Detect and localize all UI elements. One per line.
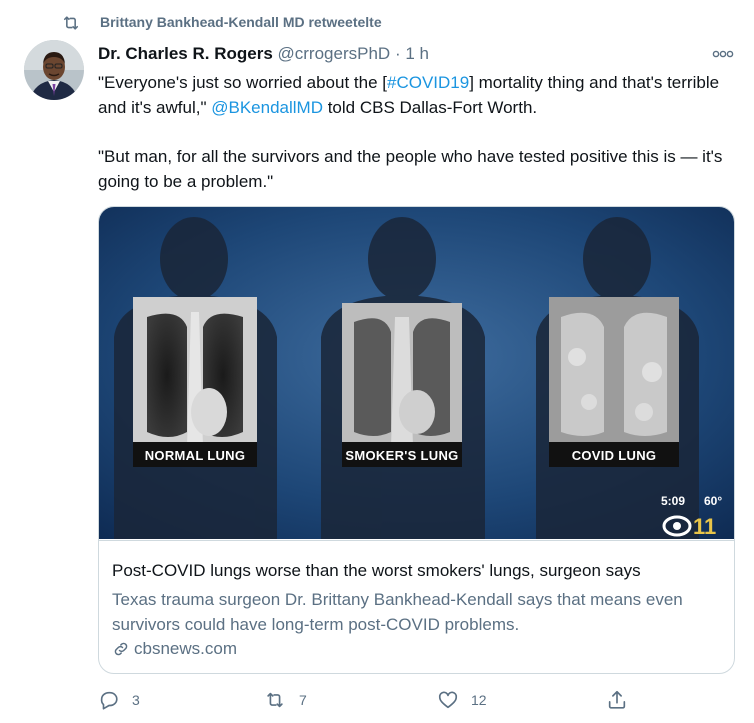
reply-icon: [100, 691, 118, 710]
tweet-time[interactable]: 1 h: [405, 44, 429, 63]
more-options-icon[interactable]: [710, 44, 736, 64]
card-text-area: Post-COVID lungs worse than the worst sm…: [99, 540, 734, 658]
card-title: Post-COVID lungs worse than the worst sm…: [112, 561, 641, 580]
svg-text:11: 11: [693, 514, 716, 539]
card-domain: cbsnews.com: [112, 639, 237, 659]
avatar-image: [24, 40, 84, 100]
normal-lung-xray: [133, 297, 257, 467]
retweet-count: 7: [299, 692, 307, 708]
tweet-header: Dr. Charles R. Rogers @crrogersPhD · 1 h: [98, 44, 429, 64]
smokers-lung-xray: [342, 303, 462, 467]
tweet-paragraph-1: "Everyone's just so worried about the [#…: [98, 70, 743, 120]
share-button[interactable]: [606, 685, 628, 715]
like-button[interactable]: 12: [437, 685, 487, 715]
reply-count: 3: [132, 692, 140, 708]
reply-button[interactable]: 3: [98, 685, 140, 715]
retweet-icon: [63, 16, 79, 30]
overlay-temp: 60°: [704, 494, 722, 508]
hashtag-link[interactable]: #COVID19: [387, 73, 469, 92]
link-icon: [114, 642, 128, 656]
tweet-text-part: "Everyone's just so worried about the [: [98, 73, 387, 92]
overlay-time: 5:09: [661, 494, 685, 508]
card-domain-text: cbsnews.com: [134, 639, 237, 658]
retweet-button[interactable]: 7: [263, 685, 307, 715]
author-name[interactable]: Dr. Charles R. Rogers: [98, 44, 273, 63]
retweet-by-label[interactable]: Brittany Bankhead-Kendall MD retweetelte: [100, 14, 382, 30]
like-count: 12: [471, 692, 487, 708]
tweet-text-part: told CBS Dallas-Fort Worth.: [322, 98, 538, 117]
image-label-normal: NORMAL LUNG: [145, 448, 246, 463]
mention-link[interactable]: @BKendallMD: [211, 98, 323, 117]
image-label-covid: COVID LUNG: [572, 448, 657, 463]
heart-icon: [438, 691, 458, 709]
author-handle[interactable]: @crrogersPhD: [278, 44, 391, 63]
avatar[interactable]: [24, 40, 84, 100]
tweet-paragraph-2: "But man, for all the survivors and the …: [98, 147, 723, 191]
covid-lung-xray: [549, 297, 679, 467]
link-card[interactable]: NORMAL LUNG SMOKER'S LUNG COVID LUNG 5:0…: [98, 206, 735, 674]
share-icon: [608, 690, 626, 709]
separator-dot: ·: [394, 44, 401, 63]
card-description: Texas trauma surgeon Dr. Brittany Bankhe…: [112, 590, 683, 634]
image-label-smokers: SMOKER'S LUNG: [345, 448, 458, 463]
tweet-text: "Everyone's just so worried about the [#…: [98, 70, 743, 194]
retweet-action-icon: [267, 692, 283, 708]
tweet-actions: 3 7 12: [98, 685, 738, 715]
card-image: NORMAL LUNG SMOKER'S LUNG COVID LUNG 5:0…: [99, 207, 734, 539]
